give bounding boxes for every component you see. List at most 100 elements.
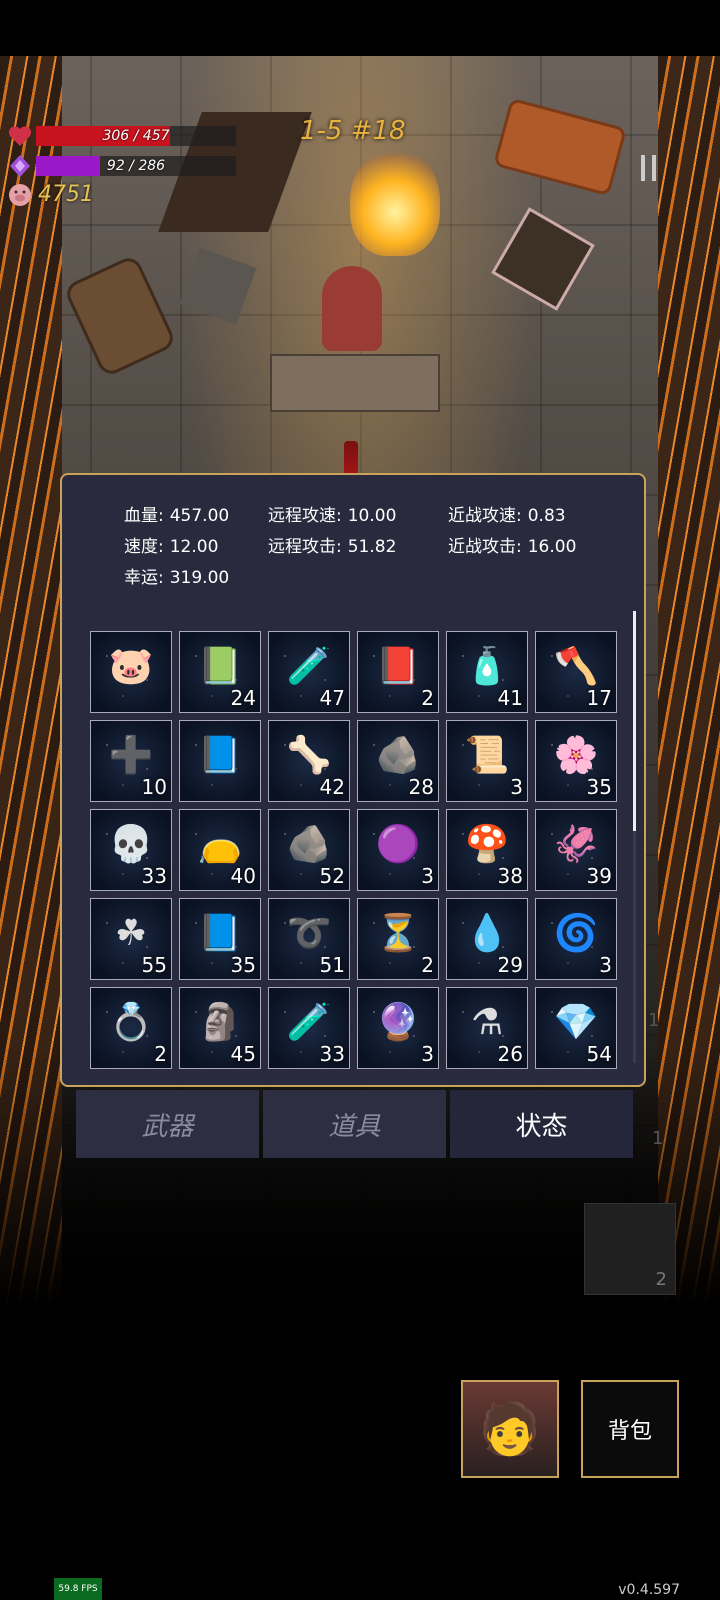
item-slot[interactable]: 🟣 3	[357, 809, 439, 891]
item-slot[interactable]: 🧪 33	[268, 987, 350, 1069]
stat-luck: 幸运: 319.00	[124, 568, 230, 588]
pause-button[interactable]	[628, 148, 668, 188]
pause-icon	[640, 155, 645, 181]
blue-potion-icon: 🧪	[286, 1002, 332, 1044]
item-count: 51	[319, 953, 345, 977]
item-slot[interactable]: 🔮 3	[357, 987, 439, 1069]
item-slot[interactable]: 🍄 38	[446, 809, 528, 891]
stat-ranged-speed: 远程攻速: 10.00	[268, 506, 397, 526]
item-count: 3	[421, 1042, 434, 1066]
heart-icon	[6, 122, 34, 150]
medkit-icon: ➕	[108, 735, 154, 777]
ore-icon: 🪨	[375, 735, 421, 777]
item-slot[interactable]: 📕 2	[357, 631, 439, 713]
item-scrollbar[interactable]	[633, 611, 636, 1063]
stone-block	[179, 247, 257, 325]
item-count: 10	[141, 775, 167, 799]
item-count: 24	[230, 686, 256, 710]
vial-icon: 🧴	[464, 646, 510, 688]
statue-card[interactable]: 2	[584, 1203, 676, 1295]
item-slot[interactable]: 🧴 41	[446, 631, 528, 713]
barrel	[62, 253, 178, 379]
item-slot[interactable]: 📘 35	[179, 898, 261, 980]
item-slot[interactable]: 🌸 35	[535, 720, 617, 802]
item-count: 33	[141, 864, 167, 888]
item-slot[interactable]: ☘ 55	[90, 898, 172, 980]
item-slot[interactable]: ➰ 51	[268, 898, 350, 980]
item-slot[interactable]: 🪓 17	[535, 631, 617, 713]
item-slot[interactable]: 🪨 52	[268, 809, 350, 891]
item-slot[interactable]: 💎 54	[535, 987, 617, 1069]
item-count: 42	[319, 775, 345, 799]
flowers-icon: 🌸	[553, 735, 599, 777]
item-count: 2	[421, 686, 434, 710]
item-count: 3	[599, 953, 612, 977]
item-slot[interactable]: 📗 24	[179, 631, 261, 713]
horn-icon: 🦴	[286, 735, 332, 777]
status-panel: 血量: 457.00 远程攻速: 10.00 近战攻速: 0.83 速度: 12.00 …	[60, 473, 646, 1087]
character-portrait-button[interactable]: 🧑	[461, 1380, 559, 1478]
panel-tabs: 武器 道具 状态	[76, 1090, 633, 1158]
wooden-table	[270, 354, 440, 412]
mp-bar: 92 / 286	[36, 156, 236, 176]
clover-icon: ☘	[114, 913, 148, 955]
side-count-a: 1	[648, 1010, 660, 1031]
statue-icon: 🗿	[197, 1002, 243, 1044]
cyan-book-icon: 📘	[197, 913, 243, 955]
item-slot[interactable]: 🐷	[90, 631, 172, 713]
item-count: 47	[319, 686, 345, 710]
item-slot[interactable]: 👝 40	[179, 809, 261, 891]
item-count: 2	[154, 1042, 167, 1066]
item-slot[interactable]: 🗿 45	[179, 987, 261, 1069]
gold-count: 4751	[38, 181, 94, 207]
item-slot[interactable]: 🦑 39	[535, 809, 617, 891]
item-count: 52	[319, 864, 345, 888]
item-count: 41	[497, 686, 523, 710]
green-book-icon: 📗	[197, 646, 243, 688]
item-slot[interactable]: 🦴 42	[268, 720, 350, 802]
tab-items[interactable]: 道具	[263, 1090, 446, 1158]
tab-weapons[interactable]: 武器	[76, 1090, 259, 1158]
green-potion-icon: 🧪	[286, 646, 332, 688]
item-slot[interactable]: 💍 2	[90, 987, 172, 1069]
ring-icon: 💍	[108, 1002, 154, 1044]
stat-melee-speed: 近战攻速: 0.83	[448, 506, 566, 526]
item-count: 39	[586, 864, 612, 888]
item-count: 55	[141, 953, 167, 977]
item-slot[interactable]: ➕ 10	[90, 720, 172, 802]
item-count: 29	[497, 953, 523, 977]
item-slot[interactable]: 🪨 28	[357, 720, 439, 802]
item-slot[interactable]: 💀 33	[90, 809, 172, 891]
item-slot[interactable]: ⚗ 26	[446, 987, 528, 1069]
item-slot[interactable]: 📘	[179, 720, 261, 802]
item-slot[interactable]: 📜 3	[446, 720, 528, 802]
piggy-bank-icon: 🐷	[108, 646, 154, 688]
spiral-rune-icon: 🌀	[553, 913, 599, 955]
item-grid-viewport[interactable]: 🐷 📗 24 🧪 47 📕 2 🧴 41 🪓 17 ➕ 10 📘 🦴 42 🪨 28 📜 3 🌸 35 💀 33 👝 40 🪨 52 🟣…	[90, 631, 620, 1079]
treasure-chest	[492, 97, 628, 197]
squid-icon: 🦑	[553, 824, 599, 866]
brazier-fire	[350, 146, 440, 256]
gold-row: 4751	[6, 180, 94, 208]
backpack-button[interactable]: 背包	[581, 1380, 679, 1478]
item-slot[interactable]: 🧪 47	[268, 631, 350, 713]
item-slot[interactable]: ⏳ 2	[357, 898, 439, 980]
item-slot[interactable]: 💧 29	[446, 898, 528, 980]
rocks-icon: 🪨	[286, 824, 332, 866]
hourglass-rune-icon: ⏳	[375, 913, 421, 955]
side-count-b: 1	[652, 1128, 664, 1149]
item-count: 26	[497, 1042, 523, 1066]
stat-melee-attack: 近战攻击: 16.00	[448, 537, 577, 557]
hp-row: 306 / 457	[6, 122, 236, 150]
axe-icon: 🪓	[553, 646, 599, 688]
item-count: 33	[319, 1042, 345, 1066]
item-count: 17	[586, 686, 612, 710]
item-count: 45	[230, 1042, 256, 1066]
skull-icon: 💀	[108, 824, 154, 866]
crystal-rock-icon: 💎	[553, 1002, 599, 1044]
tab-status[interactable]: 状态	[450, 1090, 633, 1158]
item-slot[interactable]: 🌀 3	[535, 898, 617, 980]
stat-ranged-attack: 远程攻击: 51.82	[268, 537, 397, 557]
scroll-thumb[interactable]	[633, 611, 636, 831]
slime-icon: 🟣	[375, 824, 421, 866]
